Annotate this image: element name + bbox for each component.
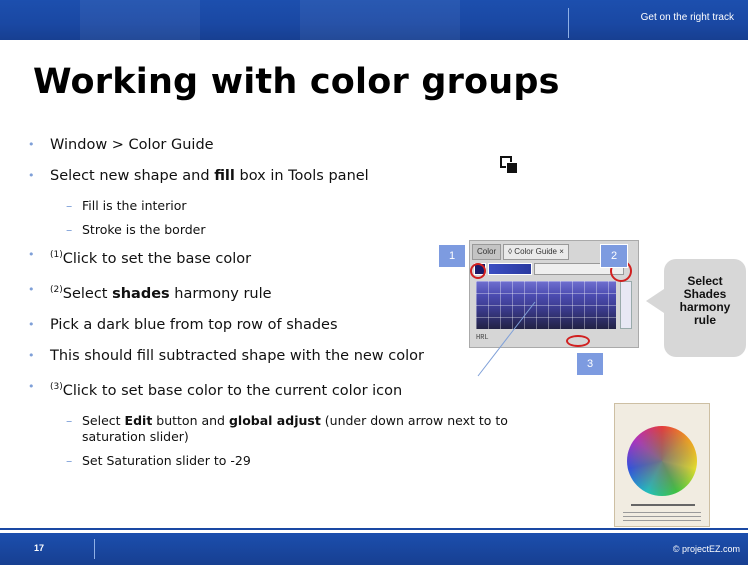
- callout-number-1: 1: [438, 244, 466, 268]
- header-stripe: [300, 0, 460, 40]
- header-tagline: Get on the right track: [640, 12, 734, 23]
- sub-bullet-item: Fill is the interior: [28, 198, 588, 214]
- panel-status: HRL: [476, 334, 489, 342]
- header-stripe: [80, 0, 200, 40]
- bullet-item: Window > Color Guide: [28, 136, 588, 154]
- sub-bullet-bold: global adjust: [228, 413, 321, 428]
- bullet-text: Select new shape and: [50, 168, 215, 184]
- shades-grid[interactable]: [476, 281, 616, 329]
- step-marker: (1): [50, 250, 63, 260]
- panel-tabs: Color ◊ Color Guide ×: [472, 244, 569, 260]
- side-callout-text: Select Shades harmony rule: [679, 274, 731, 327]
- sub-bullet-text: Set Saturation slider to -29: [82, 453, 251, 468]
- sub-bullet-item: Select Edit button and global adjust (un…: [28, 413, 548, 445]
- sub-bullet-text: Fill is the interior: [82, 198, 187, 213]
- sub-bullet-text: Stroke is the border: [82, 222, 206, 237]
- color-wheel-screenshot: [614, 403, 710, 527]
- callout-pointer: [646, 289, 664, 313]
- highlight-circle: [566, 335, 590, 347]
- bullet-item: This should fill subtracted shape with t…: [28, 347, 588, 365]
- step-marker: (3): [50, 382, 63, 392]
- bullet-text: Click to set base color to the current c…: [62, 383, 403, 399]
- tab-color[interactable]: Color: [472, 244, 502, 260]
- tab-color-guide[interactable]: ◊ Color Guide ×: [503, 244, 569, 260]
- bullet-text: Window > Color Guide: [50, 137, 214, 153]
- header-bar: Get on the right track: [0, 0, 748, 40]
- sub-bullet-text: button and: [152, 413, 229, 428]
- bullet-text: Click to set the base color: [62, 251, 252, 267]
- page-number: 17: [34, 543, 45, 553]
- footer-bar: 17 © projectEZ.com: [0, 533, 748, 565]
- highlight-circle: [470, 263, 486, 279]
- base-color-swatch[interactable]: [488, 263, 532, 275]
- sub-bullet-bold: Edit: [124, 413, 153, 428]
- footer-divider: [94, 539, 95, 559]
- slide-title: Working with color groups: [33, 62, 560, 102]
- fill-box: [506, 162, 518, 174]
- copyright: © projectEZ.com: [672, 544, 740, 554]
- panel-scrollbar[interactable]: [620, 281, 632, 329]
- bullet-text: Pick a dark blue from top row of shades: [50, 317, 338, 333]
- step-marker: (2): [50, 285, 63, 295]
- callout-number-2: 2: [600, 244, 628, 268]
- bullet-text: box in Tools panel: [234, 168, 369, 184]
- side-callout: Select Shades harmony rule: [646, 259, 746, 357]
- footer-rule: [0, 528, 748, 530]
- sub-bullet-item: Stroke is the border: [28, 222, 588, 238]
- bullet-item: (3)Click to set base color to the curren…: [28, 378, 588, 400]
- bullet-bold: fill: [214, 168, 235, 184]
- bullet-text: Select: [62, 286, 113, 302]
- bullet-text: harmony rule: [169, 286, 272, 302]
- adjust-rows: [623, 512, 701, 524]
- bullet-text: This should fill subtracted shape with t…: [50, 348, 424, 364]
- bullet-bold: shades: [112, 286, 170, 302]
- color-wheel-icon: [627, 426, 697, 496]
- callout-number-3: 3: [576, 352, 604, 376]
- fill-stroke-icon: [500, 156, 518, 174]
- sub-bullet-text: Select: [82, 413, 125, 428]
- sub-bullet-item: Set Saturation slider to -29: [28, 453, 588, 469]
- header-divider: [568, 8, 569, 38]
- saturation-slider: [631, 504, 695, 506]
